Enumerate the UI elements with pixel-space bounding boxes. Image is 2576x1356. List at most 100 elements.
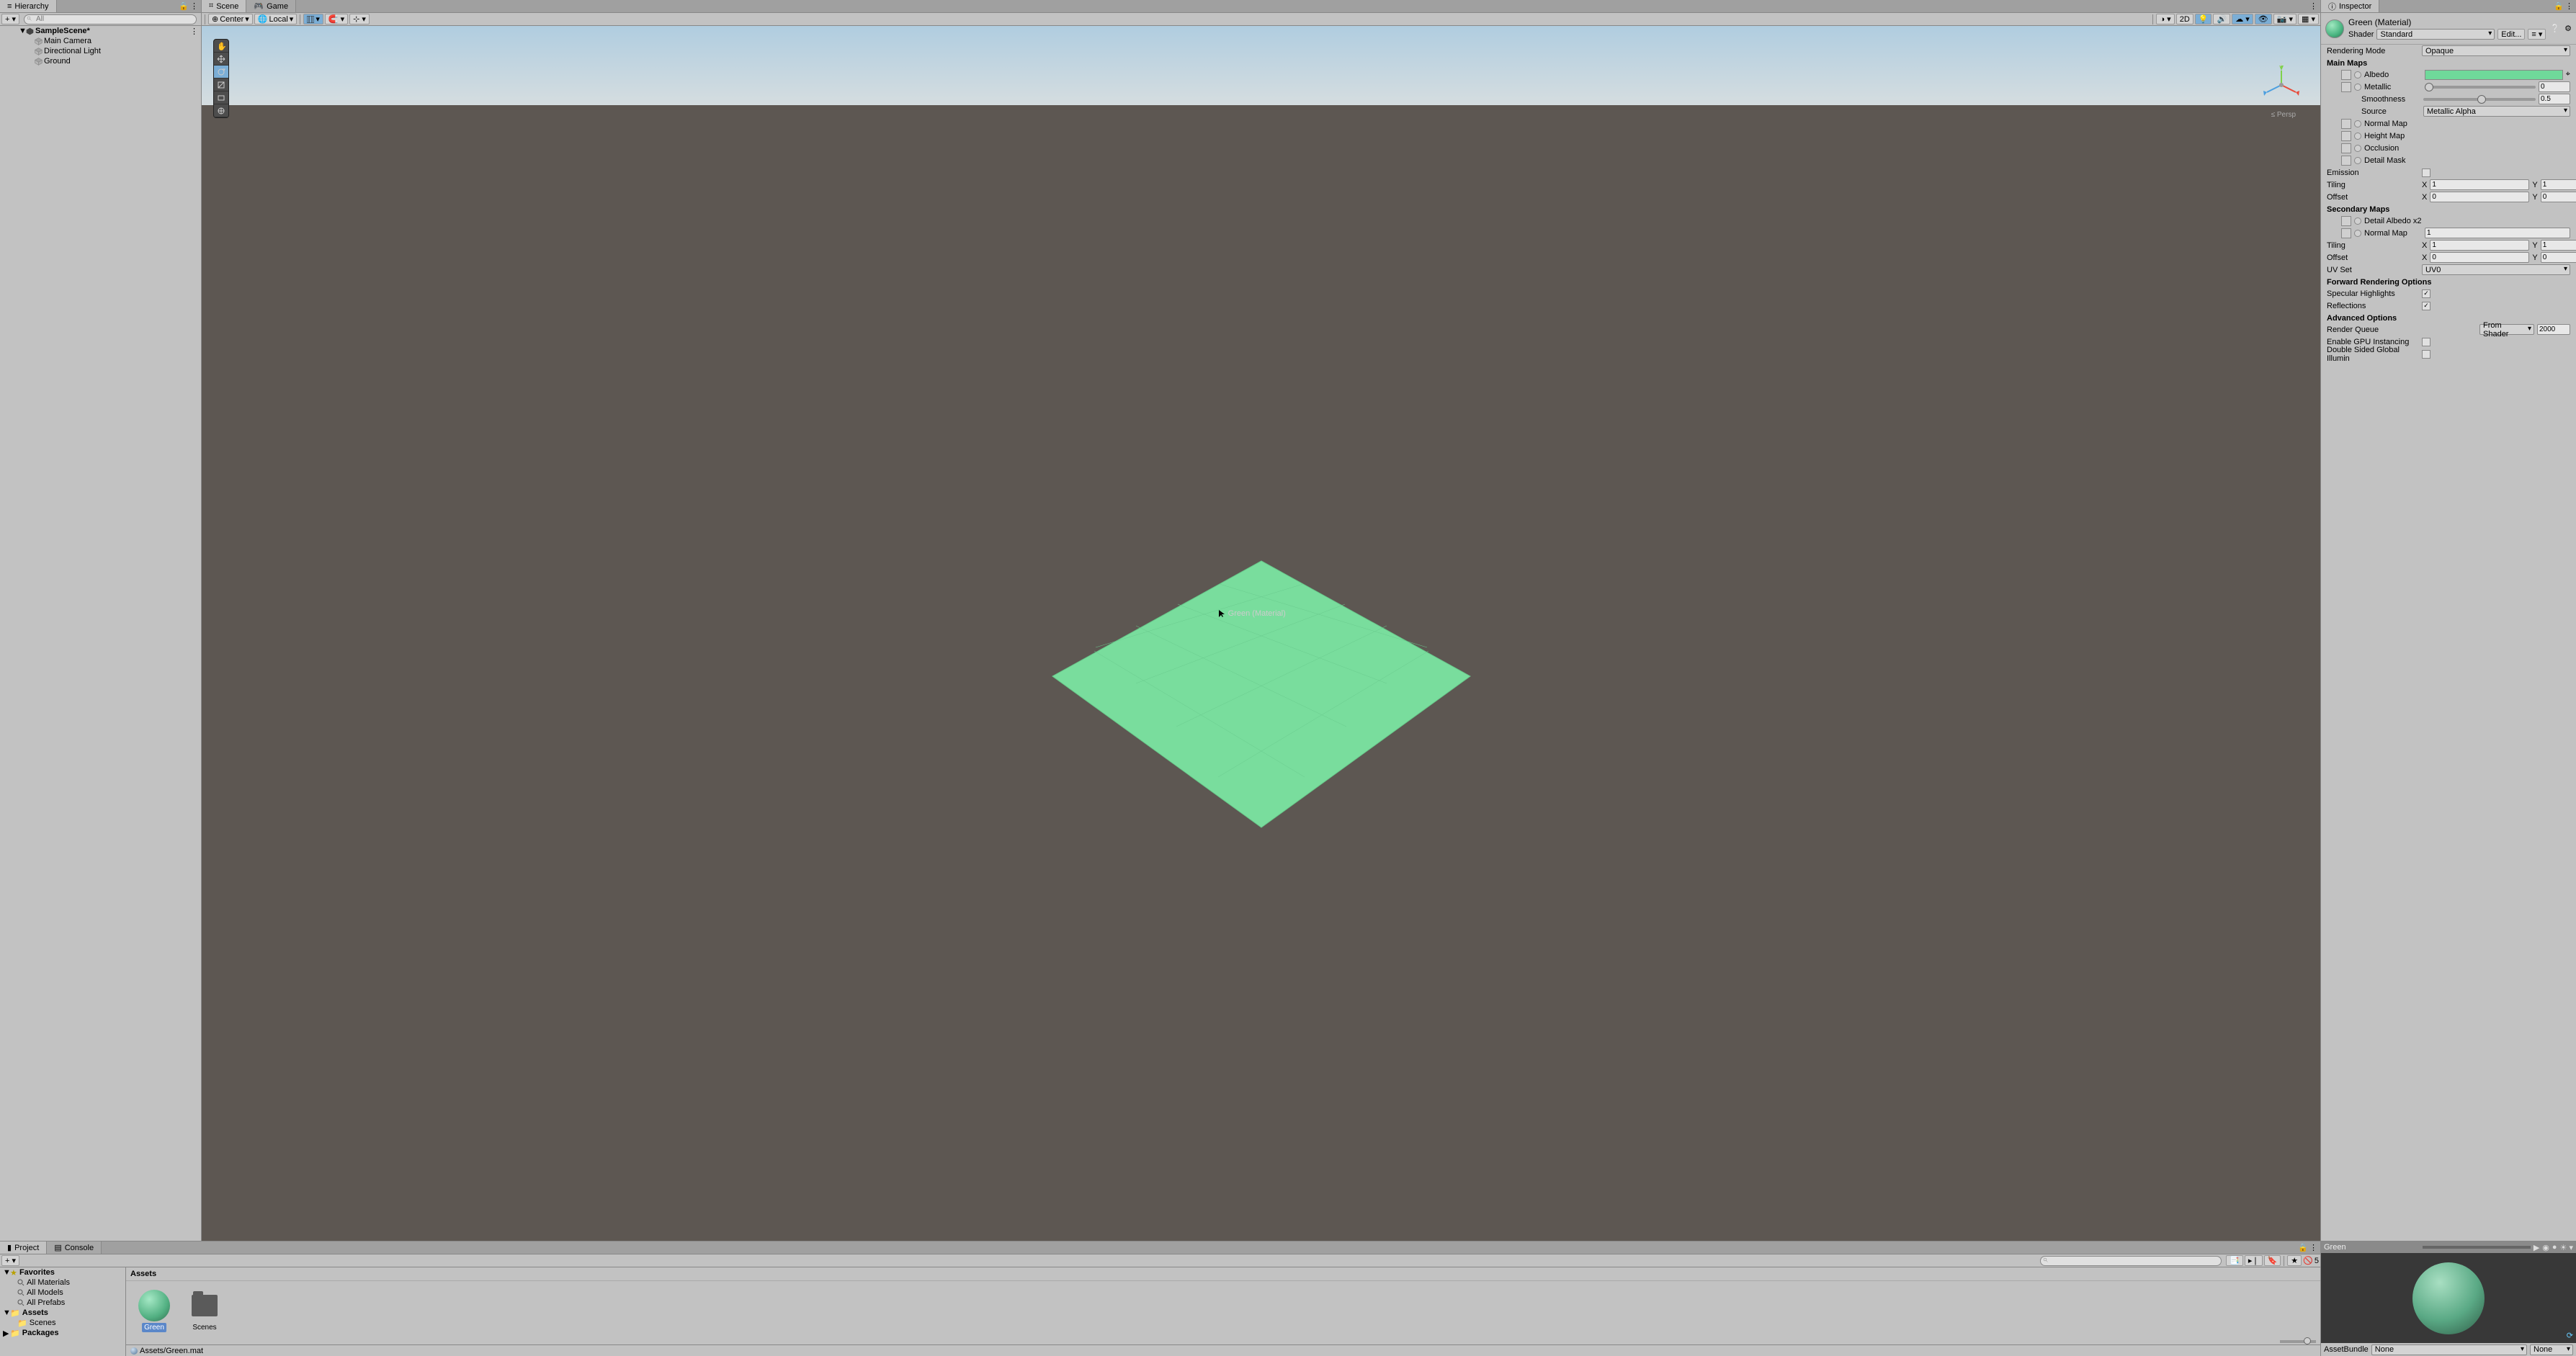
detailalbedo-tex-slot[interactable] (2341, 216, 2351, 226)
reflections-checkbox[interactable]: ✓ (2422, 302, 2430, 310)
smoothness-slider[interactable] (2423, 98, 2536, 101)
albedo-picker-icon[interactable] (2354, 71, 2361, 78)
project-add-button[interactable]: + ▾ (1, 1255, 19, 1266)
rendering-mode-dropdown[interactable]: Opaque (2422, 45, 2570, 56)
hierarchy-search-input[interactable] (24, 14, 197, 24)
preview-refresh-icon[interactable]: ⟳ (2567, 1331, 2573, 1340)
shader-options-button[interactable]: ≡ ▾ (2528, 29, 2546, 40)
normal2-tex-slot[interactable] (2341, 228, 2351, 238)
projection-label[interactable]: ≤ Persp (2271, 111, 2296, 119)
favorites-star-button[interactable]: ★ (2287, 1255, 2302, 1266)
tiling-y-input[interactable] (2541, 179, 2576, 190)
detailalbedo-picker-icon[interactable] (2354, 217, 2361, 225)
lock-icon[interactable]: 🔒 (2298, 1243, 2308, 1252)
draw-mode-dropdown[interactable]: ◑ ▾ (2156, 14, 2174, 24)
smoothness-value-input[interactable] (2539, 94, 2570, 104)
filter-type-button[interactable]: ▸❘ (2245, 1255, 2263, 1266)
scene-audio-toggle[interactable]: 🔊 (2213, 14, 2230, 24)
occlusion-tex-slot[interactable] (2341, 143, 2351, 153)
offset2-y-input[interactable] (2541, 252, 2576, 263)
hierarchy-item-directional-light[interactable]: Directional Light (0, 46, 201, 56)
albedo-color-swatch[interactable] (2425, 70, 2563, 80)
tiling2-x-input[interactable] (2430, 240, 2529, 251)
detailmask-picker-icon[interactable] (2354, 157, 2361, 164)
search-filter-save-button[interactable]: 📑 (2226, 1255, 2243, 1266)
normal-picker-icon[interactable] (2354, 120, 2361, 127)
normal-tex-slot[interactable] (2341, 119, 2351, 129)
tool-scale[interactable] (214, 78, 228, 91)
asset-item-green[interactable]: Green (133, 1288, 175, 1332)
tiling2-y-input[interactable] (2541, 240, 2576, 251)
preview-drag-handle[interactable] (2423, 1246, 2531, 1249)
scene-fx-toggle[interactable]: ☁ ▾ (2232, 14, 2253, 24)
eyedropper-icon[interactable]: ⌖ (2566, 70, 2570, 79)
source-dropdown[interactable]: Metallic Alpha (2423, 106, 2570, 117)
tiling-x-input[interactable] (2430, 179, 2529, 190)
fav-all-materials[interactable]: All Materials (0, 1278, 125, 1288)
emission-checkbox[interactable] (2422, 169, 2430, 177)
assets-scenes[interactable]: 📁 Scenes (0, 1318, 125, 1328)
preview-spot-icon[interactable]: ◉ (2542, 1243, 2549, 1252)
offset2-x-input[interactable] (2430, 252, 2529, 263)
normal2-picker-icon[interactable] (2354, 230, 2361, 237)
thumbnail-size-slider[interactable] (2280, 1340, 2316, 1343)
snap-button[interactable]: 🧲 ▾ (325, 14, 348, 24)
detailmask-tex-slot[interactable] (2341, 156, 2351, 166)
kebab-icon[interactable]: ⋮ (2309, 1, 2317, 11)
foldout-icon[interactable]: ▼ (19, 27, 26, 35)
preview-sun-icon[interactable]: ☀ ▾ (2560, 1243, 2573, 1252)
lock-icon[interactable]: 🔒 (179, 1, 189, 11)
hidden-icon[interactable]: 🚫 (2303, 1256, 2313, 1265)
normal2-value-input[interactable] (2425, 228, 2570, 238)
space-toggle[interactable]: 🌐 Local ▾ (254, 14, 298, 24)
tool-rotate[interactable] (214, 66, 228, 78)
2d-toggle[interactable]: 2D (2176, 14, 2193, 24)
scene-visibility-toggle[interactable]: 👁 (2255, 14, 2272, 24)
help-icon[interactable]: ❔ (2550, 24, 2560, 33)
tab-game[interactable]: 🎮 Game (246, 0, 296, 12)
fav-all-prefabs[interactable]: All Prefabs (0, 1298, 125, 1308)
metallic-tex-slot[interactable] (2341, 82, 2351, 92)
preview-viewport[interactable]: ⟳ (2321, 1253, 2576, 1343)
albedo-tex-slot[interactable] (2341, 70, 2351, 80)
scene-lighting-toggle[interactable]: 💡 (2195, 14, 2212, 24)
kebab-icon[interactable]: ⋮ (190, 1, 198, 11)
uvset-dropdown[interactable]: UV0 (2422, 264, 2570, 275)
tool-view[interactable]: ✋ (214, 40, 228, 53)
settings-icon[interactable]: ⚙ (2564, 24, 2572, 33)
tab-scene[interactable]: ⌗ Scene (202, 0, 246, 12)
specular-checkbox[interactable]: ✓ (2422, 289, 2430, 298)
double-sided-gi-checkbox[interactable] (2422, 350, 2430, 359)
assets-root[interactable]: ▼📁 Assets (0, 1308, 125, 1318)
project-search-input[interactable] (2040, 1256, 2222, 1266)
tab-hierarchy[interactable]: ≡ Hierarchy (0, 0, 57, 12)
metallic-picker-icon[interactable] (2354, 84, 2361, 91)
lock-icon[interactable]: 🔒 (2554, 1, 2564, 11)
tab-inspector[interactable]: ⓘ Inspector (2321, 0, 2379, 12)
asset-item-scenes[interactable]: Scenes (184, 1288, 225, 1332)
orientation-gizmo[interactable]: y (2260, 63, 2303, 107)
assetbundle-dropdown[interactable]: None (2371, 1344, 2527, 1355)
kebab-icon[interactable]: ⋮ (2565, 1, 2573, 11)
increment-snap-button[interactable]: ⊹ ▾ (349, 14, 370, 24)
fav-all-models[interactable]: All Models (0, 1288, 125, 1298)
occlusion-picker-icon[interactable] (2354, 145, 2361, 152)
kebab-icon[interactable]: ⋮ (2309, 1243, 2317, 1252)
render-queue-value-input[interactable] (2537, 324, 2570, 335)
preview-play-icon[interactable]: ▶ (2533, 1243, 2539, 1252)
scene-viewport[interactable]: ✋ y ≤ Persp (202, 26, 2320, 1241)
filter-label-button[interactable]: 🔖 (2264, 1255, 2281, 1266)
hierarchy-item-main-camera[interactable]: Main Camera (0, 36, 201, 46)
pivot-toggle[interactable]: ⊕ Center ▾ (208, 14, 253, 24)
tool-rect[interactable] (214, 91, 228, 104)
height-picker-icon[interactable] (2354, 133, 2361, 140)
packages-root[interactable]: ▶📁 Packages (0, 1328, 125, 1338)
gpu-instancing-checkbox[interactable] (2422, 338, 2430, 346)
metallic-slider[interactable] (2425, 86, 2536, 89)
hierarchy-add-button[interactable]: + ▾ (1, 14, 19, 24)
scene-kebab-icon[interactable]: ⋮ (190, 27, 198, 36)
shader-dropdown[interactable]: Standard (2376, 29, 2495, 40)
hierarchy-item-ground[interactable]: Ground (0, 56, 201, 66)
edit-shader-button[interactable]: Edit... (2497, 29, 2525, 40)
scene-camera-dropdown[interactable]: 📷 ▾ (2273, 14, 2297, 24)
